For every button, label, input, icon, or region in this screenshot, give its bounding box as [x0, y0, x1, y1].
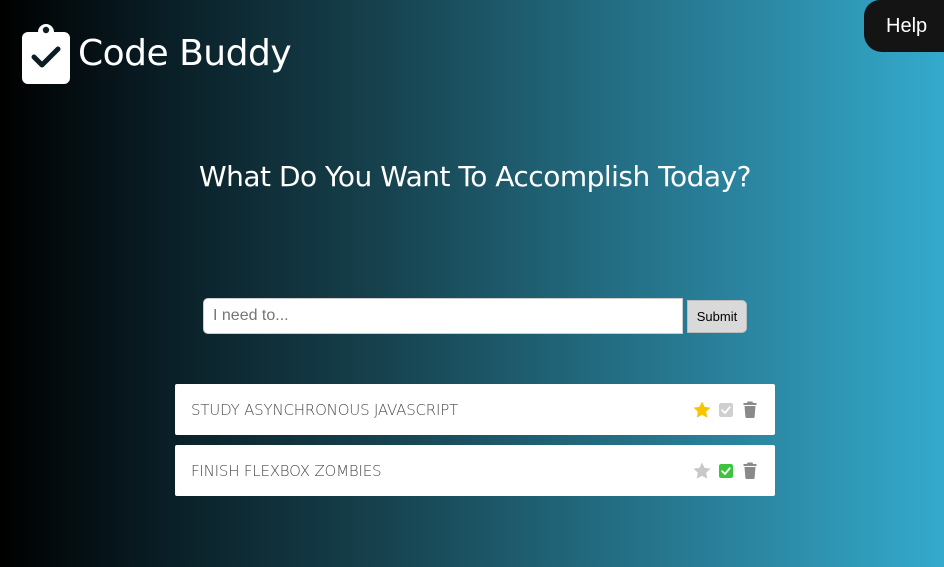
trash-icon	[743, 401, 757, 418]
help-button[interactable]: Help	[864, 0, 944, 52]
task-actions	[692, 400, 757, 420]
brand-title: Code Buddy	[78, 33, 292, 74]
page-headline: What Do You Want To Accomplish Today?	[198, 160, 752, 193]
delete-button[interactable]	[743, 462, 757, 479]
task-text: STUDY ASYNCHRONOUS JAVASCRIPT	[191, 400, 459, 419]
trash-icon	[743, 462, 757, 479]
new-task-form: Submit	[203, 298, 747, 334]
complete-checkbox[interactable]	[719, 463, 743, 478]
clipboard-check-icon	[22, 24, 70, 84]
task-actions	[692, 461, 757, 481]
check-square-icon	[719, 402, 733, 417]
check-square-icon	[719, 463, 733, 478]
star-button[interactable]	[692, 400, 719, 420]
task-list: STUDY ASYNCHRONOUS JAVASCRIPT FINISH FLE	[175, 384, 775, 506]
task-item: FINISH FLEXBOX ZOMBIES	[175, 445, 775, 496]
submit-button[interactable]: Submit	[687, 299, 747, 333]
task-input[interactable]	[203, 298, 683, 334]
task-item: STUDY ASYNCHRONOUS JAVASCRIPT	[175, 384, 775, 435]
star-icon	[693, 462, 711, 479]
complete-checkbox[interactable]	[719, 402, 743, 417]
task-text: FINISH FLEXBOX ZOMBIES	[191, 461, 382, 480]
delete-button[interactable]	[743, 401, 757, 418]
star-icon	[693, 401, 711, 418]
brand: Code Buddy	[22, 22, 292, 84]
star-button[interactable]	[692, 461, 719, 481]
